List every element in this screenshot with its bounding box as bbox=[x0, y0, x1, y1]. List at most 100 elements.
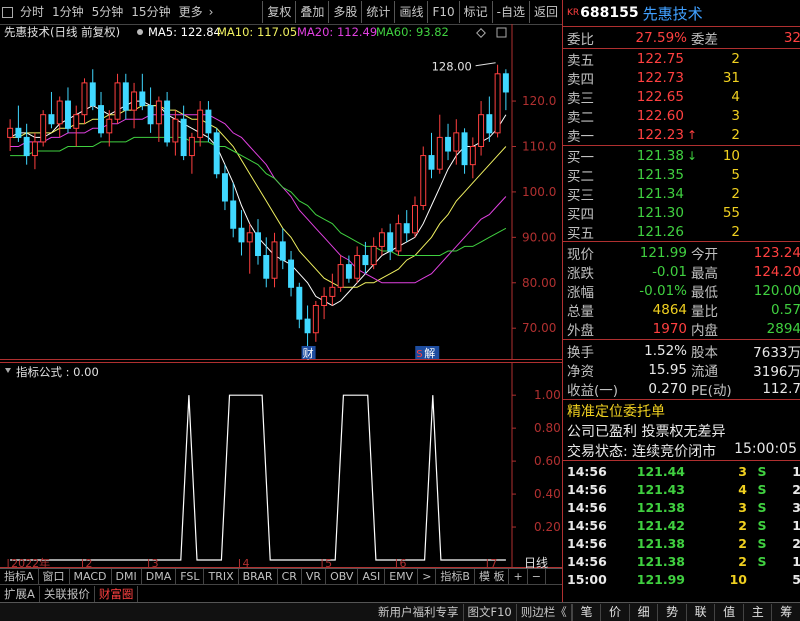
candle-body bbox=[7, 127, 14, 138]
extension-tab-0[interactable]: 扩展A bbox=[0, 585, 40, 603]
panel-tab-5[interactable]: 值 bbox=[714, 603, 743, 621]
candle-body bbox=[502, 73, 509, 93]
ask-volume: 4 bbox=[731, 88, 740, 105]
indicator-tab-1[interactable]: 窗口 bbox=[39, 569, 70, 585]
indicator-tab-14[interactable]: 指标B bbox=[436, 569, 475, 585]
x-tick-label: 6 bbox=[399, 557, 406, 568]
indicator-tab-0[interactable]: 指标A bbox=[0, 569, 39, 585]
tick-trade-row: 14:56 121.42 2 S 1 bbox=[563, 516, 800, 534]
indicator-tab-5[interactable]: FSL bbox=[176, 569, 205, 585]
indicator-tab-3[interactable]: DMI bbox=[112, 569, 142, 585]
extension-tab-2[interactable]: 财富圈 bbox=[95, 585, 139, 603]
status-item-2[interactable]: 则边栏《 bbox=[517, 603, 572, 621]
btn-f10[interactable]: F10 bbox=[427, 1, 458, 23]
candle-body bbox=[122, 82, 129, 111]
tab-15min[interactable]: 15分钟 bbox=[127, 1, 174, 23]
ask-row[interactable]: 卖四 122.73 31 bbox=[563, 68, 800, 88]
btn-tongji[interactable]: 统计 bbox=[361, 1, 394, 23]
ask-row[interactable]: 卖二 122.60 3 bbox=[563, 106, 800, 126]
indicator-tab-6[interactable]: TRIX bbox=[204, 569, 239, 585]
btn-duogu[interactable]: 多股 bbox=[328, 1, 361, 23]
extension-tab-1[interactable]: 关联报价 bbox=[40, 585, 95, 603]
indicator-tab-11[interactable]: ASI bbox=[358, 569, 386, 585]
quote-row: 涨幅 -0.01% 最低 120.00 bbox=[563, 281, 800, 301]
indicator-tab-10[interactable]: OBV bbox=[326, 569, 359, 585]
candle-body bbox=[279, 241, 286, 261]
note-precise-order[interactable]: 精准定位委托单 bbox=[567, 401, 665, 421]
tab-5min[interactable]: 5分钟 bbox=[88, 1, 128, 23]
ask-row[interactable]: 卖五 122.75 2 bbox=[563, 49, 800, 69]
expand-icon[interactable] bbox=[496, 27, 507, 38]
indicator-tab-8[interactable]: CR bbox=[278, 569, 302, 585]
candle-body bbox=[304, 318, 311, 334]
indicator-tab-9[interactable]: VR bbox=[302, 569, 327, 585]
trade-volume: 2 bbox=[738, 553, 747, 569]
panel-tab-4[interactable]: 联 bbox=[685, 603, 715, 621]
ask-row[interactable]: 卖三 122.65 4 bbox=[563, 87, 800, 107]
kr-badge: KR bbox=[567, 8, 580, 18]
bid-row[interactable]: 买二 121.35 5 bbox=[563, 165, 800, 185]
indicator-tab-2[interactable]: MACD bbox=[70, 569, 112, 585]
more-arrow[interactable]: › bbox=[207, 1, 216, 23]
btn-diejia[interactable]: 叠加 bbox=[295, 1, 328, 23]
btn-zixuan[interactable]: -自选 bbox=[491, 1, 529, 23]
period-label[interactable]: 日线 bbox=[524, 556, 548, 568]
ask-row[interactable]: 卖一 122.23 ↑ 2 bbox=[563, 125, 800, 145]
fund-label: 收益(一) bbox=[567, 382, 619, 399]
stock-title[interactable]: KR 688155 先惠技术 bbox=[563, 0, 800, 27]
candle-body bbox=[494, 73, 501, 134]
status-item-1[interactable]: 图文F10 bbox=[464, 603, 517, 621]
x-tick-label: 2 bbox=[85, 557, 92, 568]
candle bbox=[412, 196, 418, 238]
candle bbox=[279, 228, 286, 270]
bid-row[interactable]: 买五 121.26 2 bbox=[563, 222, 800, 242]
x-tick-label: 7 bbox=[490, 557, 497, 568]
ma60-label: MA60: 93.82 bbox=[376, 25, 449, 39]
bid-row[interactable]: 买三 121.34 2 bbox=[563, 184, 800, 204]
ask-label: 卖三 bbox=[567, 90, 594, 107]
panel-tab-2[interactable]: 细 bbox=[628, 603, 658, 621]
btn-biaoji[interactable]: 标记 bbox=[458, 1, 492, 23]
bid-volume: 2 bbox=[731, 223, 740, 240]
indicator-tab-12[interactable]: EMV bbox=[385, 569, 419, 585]
candle-body bbox=[188, 136, 195, 157]
indicator-tab-4[interactable]: DMA bbox=[142, 569, 177, 585]
panel-tab-7[interactable]: 筹 bbox=[771, 603, 800, 621]
ask-price: 122.65 bbox=[636, 88, 684, 105]
candlestick-chart[interactable]: 120.0 110.0 100.0 90.00 80.00 70.00 先惠技术(日线 前… bbox=[0, 24, 562, 360]
tab-1min[interactable]: 1分钟 bbox=[48, 1, 88, 23]
fund-label: 股本 bbox=[691, 344, 718, 361]
settings-dot-icon[interactable] bbox=[137, 29, 143, 35]
status-item-0[interactable]: 新用户福利专享 bbox=[374, 603, 464, 621]
window-square-icon[interactable] bbox=[2, 6, 13, 18]
dropdown-arrow-icon[interactable] bbox=[5, 368, 11, 373]
indicator-tab-7[interactable]: BRAR bbox=[239, 569, 278, 585]
btn-fuquan[interactable]: 复权 bbox=[262, 1, 295, 23]
candle bbox=[420, 146, 427, 211]
indicator-tab-17[interactable]: − bbox=[528, 569, 546, 585]
indicator-tab-16[interactable]: + bbox=[509, 569, 528, 585]
jie-badge[interactable]: 解 bbox=[424, 346, 435, 360]
candle-body bbox=[23, 136, 30, 157]
btn-huaxian[interactable]: 画线 bbox=[394, 1, 427, 23]
panel-tab-1[interactable]: 价 bbox=[600, 603, 629, 621]
indicator-tab-15[interactable]: 模 板 bbox=[475, 569, 510, 585]
indicator-chart[interactable]: 指标公式 : 0.00 1.00 0.80 0.60 0.40 0.20 2022年 2 3 4… bbox=[0, 362, 562, 568]
panel-tab-0[interactable]: 笔 bbox=[571, 603, 601, 621]
ask-label: 卖四 bbox=[567, 71, 594, 88]
trade-time: 14:56 bbox=[567, 517, 607, 533]
tab-timeshare[interactable]: 分时 bbox=[16, 1, 48, 23]
tab-more[interactable]: 更多 bbox=[175, 1, 207, 23]
cai-badge[interactable]: 财 bbox=[303, 346, 314, 360]
s-badge[interactable]: S bbox=[416, 349, 422, 360]
bid-row[interactable]: 买四 121.30 55 bbox=[563, 203, 800, 223]
panel-tab-6[interactable]: 主 bbox=[742, 603, 772, 621]
btn-fanhui[interactable]: 返回 bbox=[528, 1, 562, 23]
indicator-tab-13[interactable]: > bbox=[418, 569, 437, 585]
panel-tab-3[interactable]: 势 bbox=[657, 603, 686, 621]
diamond-icon[interactable] bbox=[476, 28, 486, 38]
weibi-value: 27.59% bbox=[635, 29, 687, 46]
bid-label: 买二 bbox=[567, 168, 594, 185]
ask-label: 卖一 bbox=[567, 128, 594, 145]
bid-row[interactable]: 买一 121.38 ↓ 10 bbox=[563, 146, 800, 166]
